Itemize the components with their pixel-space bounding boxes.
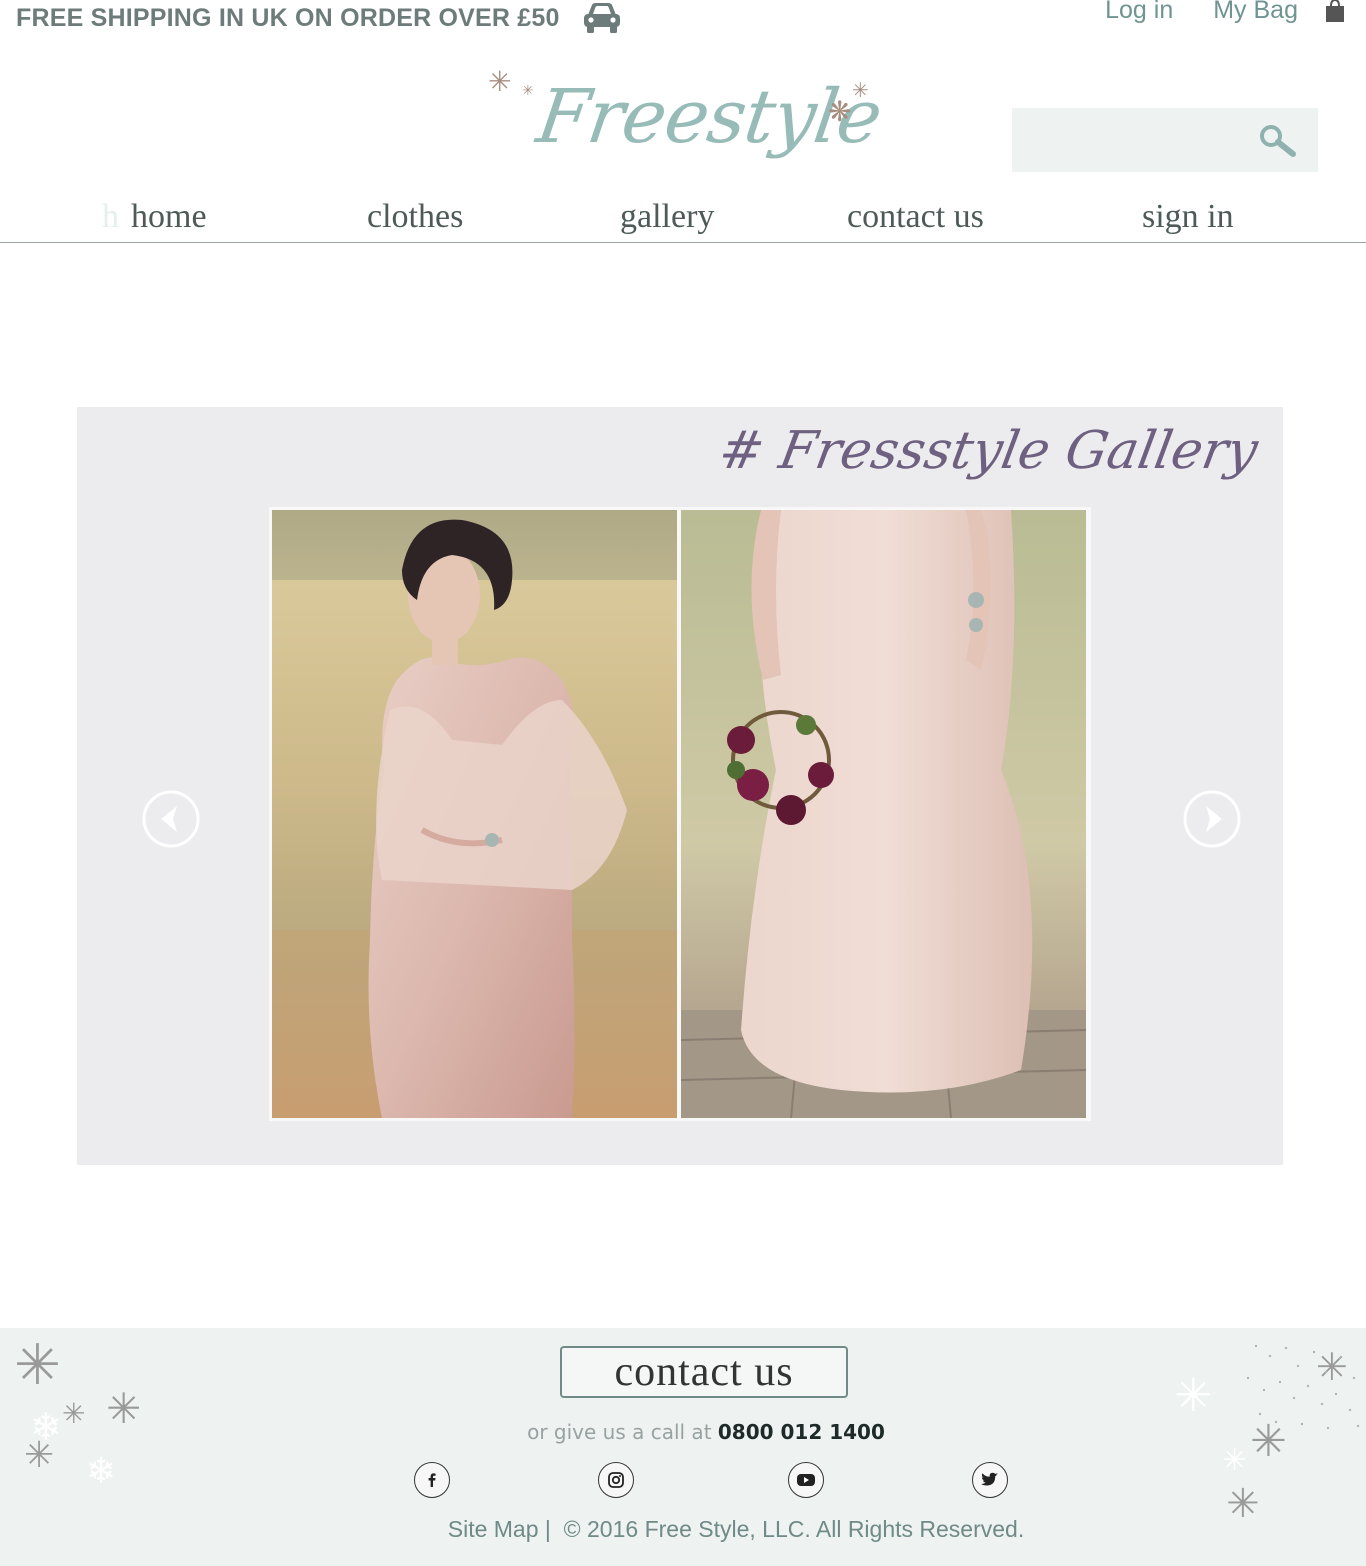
main-nav: h home clothes gallery contact us sign i… bbox=[0, 190, 1366, 243]
nav-item-home[interactable]: home bbox=[131, 198, 207, 236]
shipping-text: FREE SHIPPING IN UK ON ORDER OVER £50 bbox=[16, 3, 560, 32]
login-link[interactable]: Log in bbox=[1105, 0, 1173, 25]
separator: | bbox=[544, 1516, 551, 1542]
search-button[interactable] bbox=[1250, 118, 1306, 164]
gallery-title: # Fressstyle Gallery bbox=[714, 421, 1263, 481]
phone-number[interactable]: 0800 012 1400 bbox=[718, 1420, 885, 1444]
search-icon bbox=[1260, 125, 1296, 157]
nav-item-clothes[interactable]: clothes bbox=[367, 198, 463, 236]
instagram-icon[interactable] bbox=[598, 1462, 634, 1498]
nav-item-sign-in[interactable]: sign in bbox=[1142, 198, 1234, 236]
car-icon bbox=[583, 3, 620, 33]
copyright-text: © 2016 Free Style, LLC. All Rights Reser… bbox=[563, 1516, 1025, 1542]
my-bag-link[interactable]: My Bag bbox=[1213, 0, 1298, 25]
account-links: Log in My Bag bbox=[1105, 0, 1346, 25]
footer: ✳ ✳ ✳ ❄ ✳ ❄ ✳ ✳ ✳ ✳ ✳ contact us or give… bbox=[0, 1328, 1366, 1566]
sparkle-icon: ❋ bbox=[828, 95, 852, 128]
copyright-line: Site Map | © 2016 Free Style, LLC. All R… bbox=[0, 1516, 1366, 1543]
call-line: or give us a call at 0800 012 1400 bbox=[0, 1420, 1366, 1444]
shipping-banner: FREE SHIPPING IN UK ON ORDER OVER £50 bbox=[16, 2, 622, 34]
search-box bbox=[1012, 108, 1318, 172]
twitter-icon[interactable] bbox=[972, 1462, 1008, 1498]
call-prefix: or give us a call at bbox=[527, 1420, 718, 1444]
gallery-carousel: # Fressstyle Gallery bbox=[77, 407, 1283, 1165]
nav-item-gallery[interactable]: gallery bbox=[620, 198, 714, 236]
nav-item-contact-us[interactable]: contact us bbox=[847, 198, 984, 236]
facebook-icon[interactable] bbox=[414, 1462, 450, 1498]
search-input[interactable] bbox=[1012, 108, 1248, 172]
sparkle-icon: ✳ bbox=[852, 78, 869, 102]
sitemap-link[interactable]: Site Map bbox=[448, 1516, 539, 1542]
snowflake-icon: ✳ bbox=[14, 1333, 61, 1398]
footer-contact-button[interactable]: contact us bbox=[560, 1346, 848, 1398]
shopping-bag-icon[interactable] bbox=[1324, 0, 1346, 24]
gallery-photos bbox=[269, 507, 1091, 1121]
snowflake-icon: ✳ bbox=[1174, 1368, 1213, 1422]
arrow-right-icon[interactable] bbox=[1182, 789, 1242, 849]
sparkle-icon: ✳ bbox=[522, 83, 534, 99]
snowflake-icon: ✳ bbox=[1222, 1443, 1248, 1478]
youtube-icon[interactable] bbox=[788, 1462, 824, 1498]
nav-ghost-glyph: h bbox=[102, 198, 119, 235]
arrow-left-icon[interactable] bbox=[141, 789, 201, 849]
logo[interactable]: ✳ ✳ Freestyle ❋ ✳ bbox=[480, 64, 890, 184]
gallery-photo-left[interactable] bbox=[272, 510, 677, 1118]
snowflake-icon: ❄ bbox=[86, 1451, 117, 1492]
gallery-photo-right[interactable] bbox=[681, 510, 1086, 1118]
sparkle-icon: ✳ bbox=[488, 65, 512, 98]
